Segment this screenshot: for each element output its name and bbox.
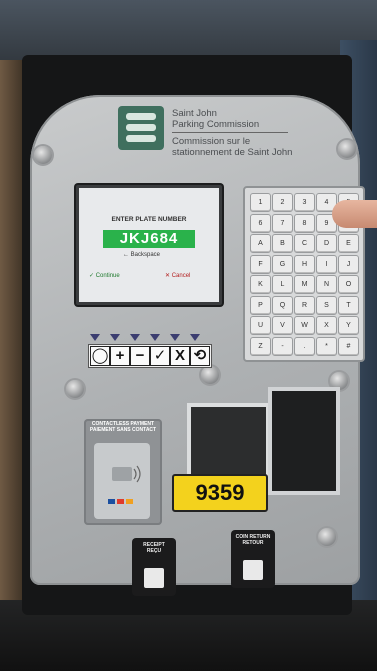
keypad-key[interactable]: - (272, 336, 293, 356)
screw (34, 146, 52, 164)
coin-return-outlet[interactable]: COIN RETURN RETOUR (231, 530, 275, 588)
function-buttons-row: ◯ + − ✓ X ⟲ (88, 344, 212, 368)
contactless-label-fr: PAIEMENT SANS CONTACT (89, 427, 157, 433)
card-reader[interactable] (94, 443, 150, 519)
keypad-key[interactable]: E (338, 234, 359, 253)
keypad-key[interactable]: 3 (294, 193, 315, 212)
keypad-key[interactable]: P (250, 295, 271, 315)
background-wall (0, 60, 24, 671)
user-finger (332, 200, 377, 228)
keypad-key[interactable]: # (338, 336, 359, 356)
keypad-key[interactable]: H (294, 254, 315, 274)
org-name-en: Saint John Parking Commission (172, 108, 259, 130)
arrow-down-icon (130, 334, 140, 341)
keypad-key[interactable]: 7 (272, 213, 293, 233)
arrow-down-icon (243, 560, 263, 580)
keypad-key[interactable]: I (316, 254, 337, 274)
keypad-key[interactable]: W (294, 316, 315, 335)
keypad-key[interactable]: D (316, 234, 337, 253)
keypad-key[interactable]: A (250, 234, 271, 253)
keypad-key[interactable]: Q (272, 295, 293, 315)
screw (318, 528, 336, 546)
function-button-language[interactable]: ⟲ (190, 346, 210, 366)
keypad-key[interactable]: Z (250, 336, 271, 356)
arrow-down-icon (90, 334, 100, 341)
continue-label: Continue (95, 273, 120, 279)
coin-slot[interactable] (268, 387, 340, 495)
arrow-down-icon (170, 334, 180, 341)
receipt-outlet[interactable]: RECEIPT REÇU (132, 538, 176, 596)
org-name-fr-line2: stationnement de Saint John (172, 147, 293, 158)
keypad-key[interactable]: S (316, 295, 337, 315)
contactless-payment-panel: CONTACTLESS PAYMENT PAIEMENT SANS CONTAC… (84, 419, 162, 525)
screw (201, 366, 219, 384)
function-button-cancel[interactable]: X (170, 346, 190, 366)
coin-return-label: COIN RETURN RETOUR (231, 534, 275, 546)
keypad-key[interactable]: K (250, 275, 271, 294)
keypad-key[interactable]: L (272, 275, 293, 294)
receipt-label: RECEIPT REÇU (132, 542, 176, 554)
function-button-ok[interactable]: ✓ (150, 346, 170, 366)
coin-return-label-fr: RETOUR (242, 540, 264, 546)
lcd-screen: ENTER PLATE NUMBER JKJ684 ← Backspace ✓ … (76, 185, 222, 305)
contactless-icon (108, 465, 141, 504)
screw (66, 380, 84, 398)
continue-button[interactable]: ✓ Continue (89, 272, 120, 279)
org-name-en-line1: Saint John (172, 108, 217, 119)
keypad-key[interactable]: V (272, 316, 293, 335)
cancel-label: Cancel (171, 273, 191, 279)
keypad-key[interactable]: N (316, 275, 337, 294)
keypad-key[interactable]: T (338, 295, 359, 315)
keypad-key[interactable]: G (272, 254, 293, 274)
keypad-key[interactable]: 2 (272, 193, 293, 212)
car-icon (126, 135, 156, 142)
arrow-down-icon (110, 334, 120, 341)
keypad-key[interactable]: B (272, 234, 293, 253)
keypad-key[interactable]: 8 (294, 213, 315, 233)
org-name-fr: Commission sur le stationnement de Saint… (172, 136, 292, 158)
function-button-plus[interactable]: + (110, 346, 130, 366)
arrow-down-icon (190, 334, 200, 341)
keypad-key[interactable]: Y (338, 316, 359, 335)
keypad-key[interactable]: F (250, 254, 271, 274)
car-icon (126, 113, 156, 120)
org-name-fr-line1: Commission sur le (172, 136, 251, 147)
parking-commission-logo (118, 106, 164, 150)
keypad-key[interactable]: O (338, 275, 359, 294)
keypad-key[interactable]: X (316, 316, 337, 335)
function-button-labels (80, 318, 214, 334)
function-button-help[interactable]: ◯ (90, 346, 110, 366)
check-icon: ✓ (89, 273, 95, 279)
screen-prompt: ENTER PLATE NUMBER (111, 216, 187, 223)
arrow-down-icon (144, 568, 164, 588)
keypad-key[interactable]: 1 (250, 193, 271, 212)
keypad-key[interactable]: C (294, 234, 315, 253)
plate-number-field[interactable]: JKJ684 (103, 230, 195, 248)
machine-number-label: 9359 (172, 474, 268, 512)
car-icon (126, 124, 156, 131)
keypad-key[interactable]: 6 (250, 213, 271, 233)
arrow-left-icon: ← (123, 252, 129, 258)
x-icon: ✕ (165, 273, 171, 279)
machine-number: 9359 (195, 480, 245, 505)
keypad-key[interactable]: . (294, 336, 315, 356)
cancel-button[interactable]: ✕ Cancel (165, 272, 190, 279)
screw (338, 140, 356, 158)
org-name-en-line2: Parking Commission (172, 119, 260, 130)
keypad-key[interactable]: * (316, 336, 337, 356)
keypad-key[interactable]: J (338, 254, 359, 274)
contactless-label: CONTACTLESS PAYMENT PAIEMENT SANS CONTAC… (84, 421, 162, 433)
receipt-label-fr: REÇU (146, 548, 162, 554)
keypad-key[interactable]: R (294, 295, 315, 315)
org-divider (172, 132, 288, 133)
arrow-down-icon (150, 334, 160, 341)
function-button-minus[interactable]: − (130, 346, 150, 366)
backspace-label: Backspace (130, 252, 161, 258)
keypad-key[interactable]: M (294, 275, 315, 294)
keypad-key[interactable]: U (250, 316, 271, 335)
backspace-button[interactable]: ← Backspace (123, 252, 160, 258)
